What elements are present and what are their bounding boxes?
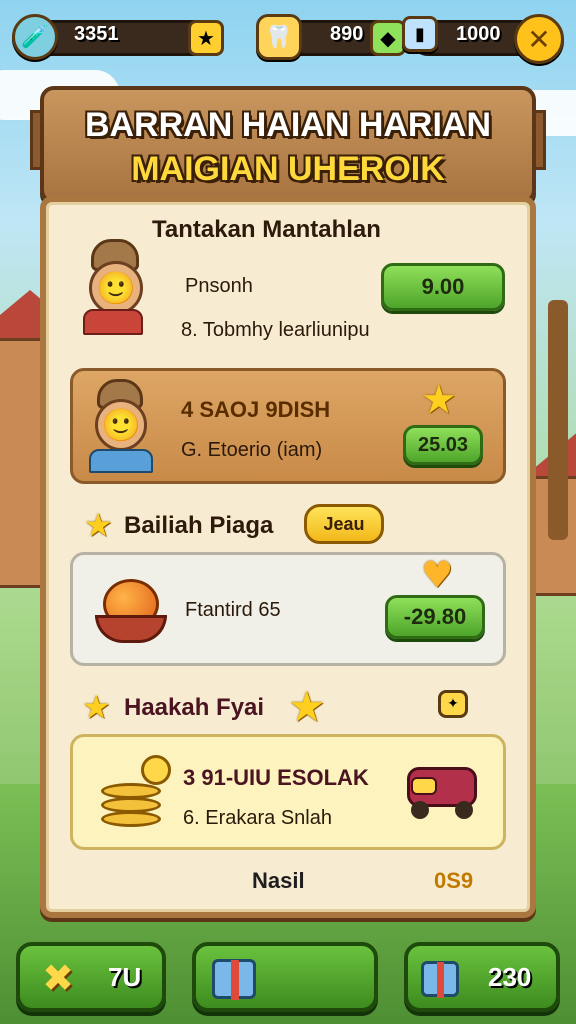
star-icon: ★ (82, 688, 111, 726)
farmer-avatar-icon: 🙂 (95, 399, 147, 451)
quest-card-2[interactable]: 🙂 4 SAOJ 9DISH G. Etoerio (iam) ★ 25.03 (70, 368, 506, 484)
gem-icon[interactable]: ◆ (370, 20, 406, 56)
star-icon: ★ (84, 506, 113, 544)
quest2-reward-button[interactable]: 25.03 (403, 425, 483, 465)
quest1-reward-button[interactable]: 9.00 (381, 263, 505, 311)
footer-left-label: Nasil (252, 868, 305, 893)
truck-icon (403, 759, 489, 825)
quest2-subtitle: G. Etoerio (iam) (181, 439, 323, 461)
quest-card-4[interactable]: 3 91-UIU ESOLAK 6. Erakara Snlah (70, 734, 506, 850)
bottom-button-1-value: 7U (108, 962, 142, 992)
star-icon: ★ (421, 377, 457, 423)
paint-tube-icon[interactable]: 🧪 (12, 14, 58, 60)
quest1-name: Pnsonh (185, 275, 253, 297)
bottom-button-3-value: 230 (488, 962, 532, 992)
quest-card-1[interactable]: 🙂 Pnsonh 8. Tobmhy learliunipu 9.00 (72, 236, 505, 346)
section2-badge[interactable]: Jeau (304, 504, 384, 544)
quest3-name: Ftantird 65 (185, 599, 281, 621)
gift-box-icon (418, 956, 462, 1002)
crossed-tools-icon: ✖ (42, 956, 74, 1000)
quest3-reward-button[interactable]: -29.80 (385, 595, 485, 639)
quest1-subtitle: 8. Tobmhy learliunipu (181, 319, 370, 341)
quest4-name: 3 91-UIU ESOLAK (183, 765, 369, 790)
banner-title-line2: MAIGIAN UHEROIK (131, 150, 445, 188)
quest-card-3[interactable]: Ftantird 65 ♥ -29.80 (70, 552, 506, 666)
bottom-button-1[interactable]: ✖ 7U (16, 942, 166, 1012)
resource2-value: 890 (330, 23, 364, 45)
quest4-subtitle: 6. Erakara Snlah (183, 807, 332, 829)
farmer-avatar-icon: 🙂 (89, 261, 143, 315)
resource3-value: 1000 (456, 23, 501, 45)
heart-icon: ♥ (421, 555, 454, 596)
gift-box-icon (208, 954, 260, 1004)
quest2-name: 4 SAOJ 9DISH (181, 397, 331, 422)
bottom-button-2[interactable] (192, 942, 378, 1012)
quest2-shirt (89, 449, 153, 473)
fruit-bowl-icon (95, 575, 167, 645)
star-icon: ★ (288, 682, 326, 731)
bottom-button-3[interactable]: 230 (404, 942, 560, 1012)
star-plus-icon[interactable]: ★ (188, 20, 224, 56)
title-banner: BARRAN HAIAN HARIAN MAIGIAN UHEROIK (40, 86, 536, 204)
footer-right-label: 0S9 (434, 868, 474, 893)
top-resource-bar: 🧪 3351 ★ 🦷 890 ◆ ▮ 1000 ✕ (0, 6, 576, 64)
ticket-icon[interactable]: ✦ (438, 690, 468, 718)
tooth-icon: 🦷 (256, 14, 302, 60)
battery-icon: ▮ (402, 16, 438, 52)
section2-heading: Bailiah Piaga (124, 512, 274, 539)
banner-title-line1: BARRAN HAIAN HARIAN (84, 106, 492, 144)
quest1-shirt (83, 309, 143, 335)
coin-stack-icon (97, 753, 173, 833)
section3-heading: Haakah Fyai (124, 694, 265, 721)
resource1-value: 3351 (74, 23, 119, 45)
palm-trunk (548, 300, 568, 540)
close-icon[interactable]: ✕ (514, 14, 564, 64)
